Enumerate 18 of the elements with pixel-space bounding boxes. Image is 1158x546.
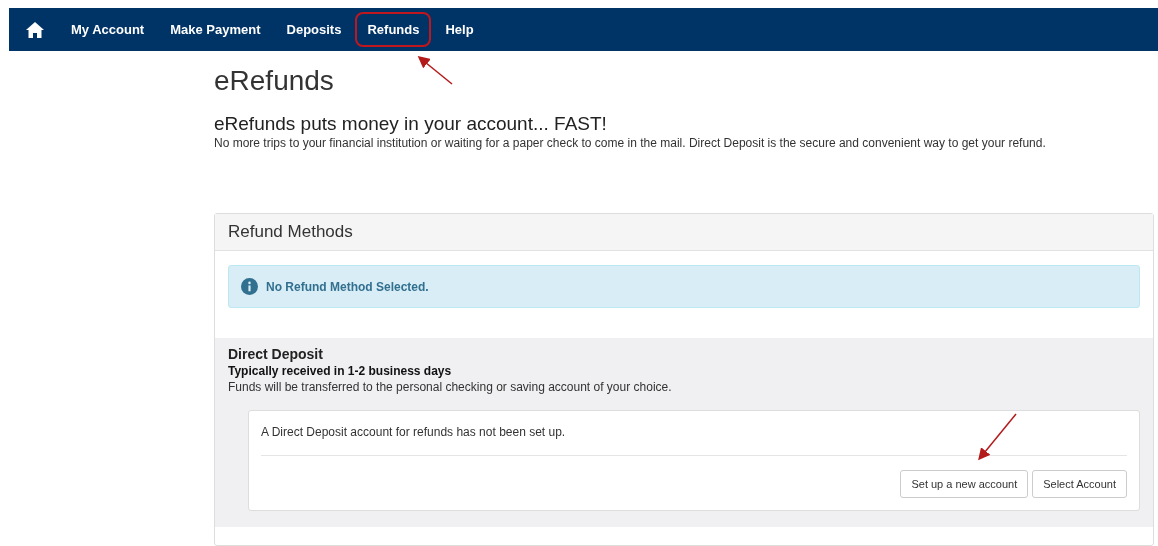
account-button[interactable]: Set up a new account [900,470,1029,498]
nav-link[interactable]: Help [433,12,486,47]
intro-text: No more trips to your financial institution or waiting for a paper check to come in the mail. Direct Deposit is the secure and convenient way to get your refund. [214,136,1047,150]
nav-link[interactable]: Deposits [274,12,354,47]
headline: eRefunds puts money in your account... FAST! [214,113,608,135]
nav-link[interactable]: Make Payment [158,12,273,47]
page-title: eRefunds [214,65,334,97]
method-description: Funds will be transferred to the personal checking or saving account of your choice. [228,380,673,394]
method-subtitle: Typically received in 1-2 business days [228,364,453,378]
account-button[interactable]: Select Account [1032,470,1127,498]
method-title: Direct Deposit [228,346,324,362]
alert-text: No Refund Method Selected. [266,279,429,294]
nav-link[interactable]: Refunds [355,12,432,47]
info-icon [241,278,258,295]
home-icon[interactable] [25,20,45,39]
card-message: A Direct Deposit account for refunds has not been set up. [261,425,1127,456]
panel-title: Refund Methods [228,222,353,242]
nav-link[interactable]: My Account [59,12,157,47]
